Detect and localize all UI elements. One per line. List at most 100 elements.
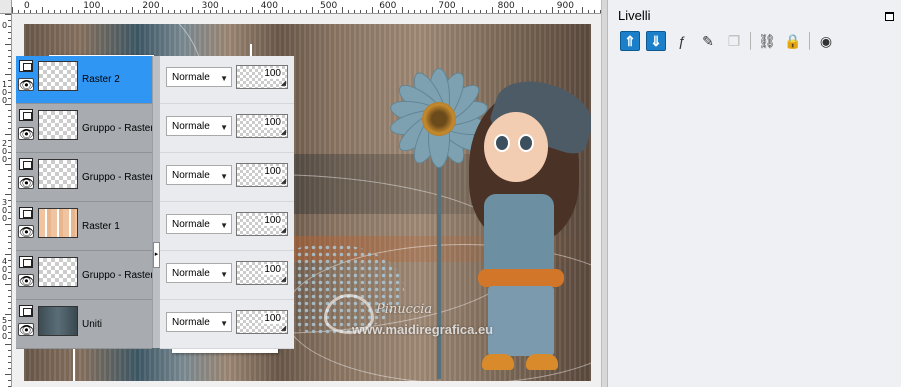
- ruler-tick: [102, 7, 103, 13]
- ruler-tick: [90, 10, 91, 13]
- visibility-eye-icon[interactable]: 👁: [18, 225, 34, 238]
- layer-row[interactable]: 👁 Raster 1: [16, 203, 152, 251]
- layers-list[interactable]: 👁 Raster 2 👁 Gruppo - Raster 2 👁 Gruppo - Ras…: [16, 56, 162, 349]
- splitter-collapse-handle[interactable]: ▸: [153, 242, 160, 268]
- ruler-tick: [462, 7, 463, 13]
- visibility-eye-icon[interactable]: 👁: [18, 176, 34, 189]
- ruler-tick: [354, 10, 355, 13]
- paintbrush-icon[interactable]: ✎: [698, 31, 718, 51]
- link-icon[interactable]: ⛓: [757, 31, 777, 51]
- blend-mode-select[interactable]: Normale ▼: [166, 263, 232, 283]
- opacity-field[interactable]: 100 ◢: [236, 163, 288, 187]
- layer-row[interactable]: 👁 Gruppo - Raster 1: [16, 252, 162, 300]
- layer-icons: 👁: [18, 109, 36, 140]
- opacity-value: 100: [263, 166, 282, 177]
- ruler-tick: [396, 10, 397, 13]
- ruler-tick: [54, 10, 55, 13]
- ruler-tick: [246, 10, 247, 13]
- ruler-tick: [8, 368, 11, 369]
- lock-icon[interactable]: 🔒: [783, 31, 803, 51]
- ruler-tick: [492, 7, 493, 13]
- toolbar-separator: [809, 32, 810, 50]
- ruler-tick: [330, 10, 331, 13]
- ruler-tick: [108, 10, 109, 13]
- ruler-tick: [8, 350, 11, 351]
- girl-shoe: [482, 354, 514, 370]
- ruler-tick: [8, 26, 11, 27]
- ruler-tick: [210, 10, 211, 13]
- ruler-tick-label: 800: [497, 1, 515, 11]
- move-layer-up-icon[interactable]: ⇑: [620, 31, 640, 51]
- layer-name: Raster 2: [82, 74, 120, 85]
- ruler-tick: [5, 344, 11, 345]
- ruler-tick: [480, 10, 481, 13]
- ruler-tick: [5, 14, 11, 15]
- ruler-tick: [198, 10, 199, 13]
- ruler-tick: [390, 10, 391, 13]
- layer-row[interactable]: 👁 Raster 2: [16, 56, 152, 104]
- ruler-tick: [270, 10, 271, 13]
- ruler-tick: [8, 332, 11, 333]
- visibility-eye-icon[interactable]: 👁: [18, 274, 34, 287]
- opacity-field[interactable]: 100 ◢: [236, 310, 288, 334]
- mask-icon[interactable]: ❐: [724, 31, 744, 51]
- ruler-tick: [228, 10, 229, 13]
- ruler-tick: [8, 176, 11, 177]
- move-layer-down-icon[interactable]: ⇓: [646, 31, 666, 51]
- ruler-tick: [18, 10, 19, 13]
- layer-name: Gruppo - Raster 1: [82, 270, 163, 281]
- opacity-field[interactable]: 100 ◢: [236, 212, 288, 236]
- ruler-horizontal: 0 100 200 300 400 500 600 700 800 900: [12, 0, 601, 14]
- opacity-field[interactable]: 100 ◢: [236, 114, 288, 138]
- properties-icon[interactable]: ƒ: [672, 31, 692, 51]
- ruler-tick: [546, 10, 547, 13]
- blend-mode-select[interactable]: Normale ▼: [166, 312, 232, 332]
- layers-splitter[interactable]: ▸: [152, 56, 160, 348]
- ruler-tick-label: 500: [320, 1, 338, 11]
- ruler-tick: [498, 10, 499, 13]
- blend-mode-select[interactable]: Normale ▼: [166, 67, 232, 87]
- blend-mode-select[interactable]: Normale ▼: [166, 116, 232, 136]
- ruler-tick: [474, 10, 475, 13]
- ruler-tick: [408, 10, 409, 13]
- ruler-tick: [48, 10, 49, 13]
- ruler-tick: [282, 7, 283, 13]
- blend-mode-select[interactable]: Normale ▼: [166, 214, 232, 234]
- layer-row[interactable]: 👁 Gruppo - Raster 2: [16, 105, 162, 153]
- layer-thumbnail: [38, 208, 78, 238]
- opacity-value: 100: [263, 117, 282, 128]
- layers-panel: Livelli ⇑ ⇓ ƒ ✎ ❐ ⛓ 🔒 ◉: [607, 0, 901, 387]
- ruler-tick: [372, 7, 373, 13]
- blend-mode-value: Normale: [172, 218, 210, 230]
- ruler-tick: [444, 10, 445, 13]
- layer-row[interactable]: 👁 Uniti: [16, 301, 152, 349]
- ruler-tick: [5, 314, 11, 315]
- ruler-tick: [8, 56, 11, 57]
- layer-properties-row: Normale ▼ 100 ◢: [160, 154, 294, 202]
- opacity-field[interactable]: 100 ◢: [236, 261, 288, 285]
- visibility-eye-icon[interactable]: 👁: [18, 127, 34, 140]
- layer-type-icon: [19, 109, 33, 121]
- ruler-tick: [204, 10, 205, 13]
- ruler-tick: [456, 10, 457, 13]
- blend-mode-select[interactable]: Normale ▼: [166, 165, 232, 185]
- ruler-tick: [378, 10, 379, 13]
- visibility-eye-icon[interactable]: 👁: [18, 78, 34, 91]
- ruler-tick: [486, 10, 487, 13]
- ruler-tick: [8, 68, 11, 69]
- ruler-tick: [180, 10, 181, 13]
- ruler-tick: [294, 10, 295, 13]
- ruler-tick: [5, 194, 11, 195]
- chevron-down-icon: ▼: [220, 123, 228, 132]
- opacity-field[interactable]: 100 ◢: [236, 65, 288, 89]
- visibility-toggle-icon[interactable]: ◉: [816, 31, 836, 51]
- layer-row[interactable]: 👁 Gruppo - Raster 2: [16, 154, 162, 202]
- maximize-panel-button[interactable]: [885, 12, 894, 21]
- ruler-tick: [8, 140, 11, 141]
- girl-eye: [494, 134, 510, 152]
- ruler-tick-label: 600: [379, 1, 397, 11]
- layer-properties-row: Normale ▼ 100 ◢: [160, 203, 294, 251]
- flower-center: [422, 102, 456, 136]
- ruler-tick: [240, 10, 241, 13]
- visibility-eye-icon[interactable]: 👁: [18, 323, 34, 336]
